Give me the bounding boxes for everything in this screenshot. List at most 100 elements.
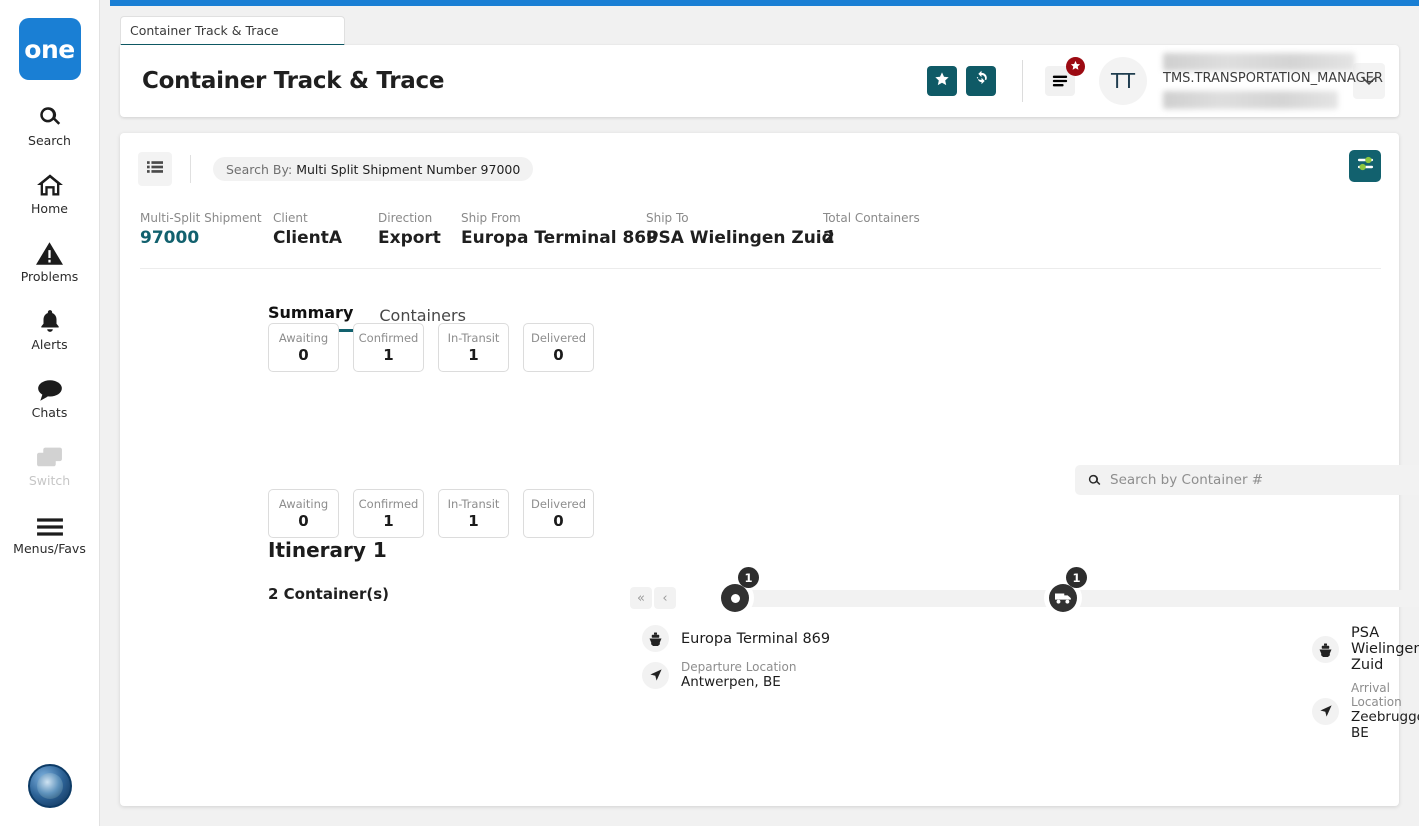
itinerary-title: Itinerary 1 (268, 538, 387, 562)
itinerary-status-card-in-transit[interactable]: In-Transit 1 (438, 489, 509, 538)
tab-container-track-trace[interactable]: Container Track & Trace (120, 16, 345, 46)
search-icon (37, 100, 63, 130)
status-card-label: Awaiting (279, 331, 328, 345)
avatar-inner (37, 773, 63, 799)
route-node-in-transit[interactable]: 1 (1044, 579, 1082, 617)
status-card-value: 0 (298, 512, 308, 530)
warning-triangle-icon (36, 236, 63, 266)
status-card-value: 1 (468, 512, 478, 530)
user-name-redacted-top (1163, 53, 1355, 71)
destination-location-block: PSA Wielingen Zuid Arrival Location Zeeb… (1312, 625, 1419, 749)
bell-icon (37, 304, 63, 334)
filter-sliders-icon (1356, 154, 1375, 178)
itinerary-route-timeline: « ‹ › » 1 1 (628, 573, 1375, 703)
field-value: 2 (823, 228, 920, 248)
tab-label: Container Track & Trace (130, 23, 279, 38)
menu-favorite-badge (1066, 57, 1085, 76)
sidebar-item-chats[interactable]: Chats (0, 372, 100, 420)
status-card-value: 1 (468, 346, 478, 364)
header-actions: TT TMS.TRANSPORTATION_MANAGER (918, 45, 1399, 117)
favorite-button[interactable] (927, 66, 957, 96)
summary-status-cards: Awaiting 0 Confirmed 1 In-Transit 1 Deli… (268, 323, 594, 372)
home-icon (36, 168, 64, 198)
sidebar-item-home[interactable]: Home (0, 168, 100, 216)
field-label: Direction (378, 211, 441, 225)
itinerary-status-cards: Awaiting 0 Confirmed 1 In-Transit 1 Deli… (268, 489, 594, 538)
status-card-label: In-Transit (448, 331, 500, 345)
shipment-summary-strip: Multi-Split Shipment 97000 Client Client… (140, 211, 1381, 269)
field-value[interactable]: 97000 (140, 228, 262, 248)
status-card-delivered[interactable]: Delivered 0 (523, 323, 594, 372)
hamburger-icon (36, 508, 64, 538)
filter-settings-button[interactable] (1349, 150, 1381, 182)
brand-logo[interactable]: one (19, 18, 81, 80)
itinerary-container-count: 2 Container(s) (268, 585, 389, 603)
avatar[interactable] (28, 764, 72, 808)
sidebar-item-switch[interactable]: Switch (0, 440, 100, 488)
ship-icon (1312, 636, 1339, 663)
itinerary-status-card-delivered[interactable]: Delivered 0 (523, 489, 594, 538)
destination-location-row: Arrival Location Zeebrugge, BE (1312, 681, 1419, 741)
sidebar-item-menus-favs[interactable]: Menus/Favs (0, 508, 100, 556)
field-direction: Direction Export (378, 211, 441, 248)
sidebar-item-label: Search (28, 133, 71, 148)
status-card-in-transit[interactable]: In-Transit 1 (438, 323, 509, 372)
route-node-badge: 1 (738, 567, 759, 588)
status-card-awaiting[interactable]: Awaiting 0 (268, 323, 339, 372)
brand-logo-text: one (24, 35, 74, 64)
status-card-label: Confirmed (359, 497, 419, 511)
status-card-label: Delivered (531, 331, 586, 345)
header-menu-button[interactable] (1045, 66, 1075, 96)
sidebar-item-label: Problems (21, 269, 79, 284)
origin-terminal-name: Europa Terminal 869 (681, 631, 830, 647)
browser-tab-strip: Container Track & Trace (120, 16, 345, 46)
sidebar-item-search[interactable]: Search (0, 100, 100, 148)
header-divider (1022, 60, 1023, 102)
route-node-origin[interactable]: 1 (716, 579, 754, 617)
origin-location-text: Departure Location Antwerpen, BE (681, 660, 796, 690)
sidebar-item-label: Switch (29, 473, 70, 488)
sidebar-item-problems[interactable]: Problems (0, 236, 100, 284)
destination-terminal-row: PSA Wielingen Zuid (1312, 625, 1419, 673)
field-value: Europa Terminal 869 (461, 228, 658, 248)
refresh-icon (973, 70, 990, 92)
list-view-button[interactable] (138, 152, 172, 186)
status-card-value: 0 (553, 346, 563, 364)
status-card-label: Confirmed (359, 331, 419, 345)
status-card-value: 0 (553, 512, 563, 530)
truck-icon (1049, 584, 1077, 612)
navigation-arrow-icon (642, 662, 669, 689)
star-icon (1070, 58, 1081, 76)
itinerary-status-card-confirmed[interactable]: Confirmed 1 (353, 489, 424, 538)
destination-location-label: Arrival Location (1351, 681, 1419, 709)
field-label: Ship To (646, 211, 834, 225)
switch-windows-icon (36, 440, 63, 470)
main-content-card: Search By: Multi Split Shipment Number 9… (120, 133, 1399, 806)
user-avatar[interactable]: TT (1099, 57, 1147, 105)
ship-icon (642, 625, 669, 652)
field-label: Ship From (461, 211, 658, 225)
field-value: PSA Wielingen Zuid (646, 228, 834, 248)
refresh-button[interactable] (966, 66, 996, 96)
user-info-block: TMS.TRANSPORTATION_MANAGER (1155, 53, 1347, 109)
destination-location-text: Arrival Location Zeebrugge, BE (1351, 681, 1419, 741)
route-nav-prev[interactable]: ‹ (654, 587, 676, 609)
page-header: Container Track & Trace TT (120, 45, 1399, 117)
sidebar-item-alerts[interactable]: Alerts (0, 304, 100, 352)
origin-location-label: Departure Location (681, 660, 796, 674)
user-avatar-initials: TT (1111, 69, 1135, 93)
field-label: Total Containers (823, 211, 920, 225)
field-total-containers: Total Containers 2 (823, 211, 920, 248)
field-ship-from: Ship From Europa Terminal 869 (461, 211, 658, 248)
route-nav-first[interactable]: « (630, 587, 652, 609)
search-input[interactable] (1110, 472, 1419, 488)
status-card-value: 0 (298, 346, 308, 364)
itinerary-status-card-awaiting[interactable]: Awaiting 0 (268, 489, 339, 538)
origin-terminal-row: Europa Terminal 869 (642, 625, 830, 652)
toolbar-divider (190, 155, 191, 183)
search-by-chip[interactable]: Search By: Multi Split Shipment Number 9… (213, 157, 533, 181)
field-value: ClientA (273, 228, 342, 248)
status-card-confirmed[interactable]: Confirmed 1 (353, 323, 424, 372)
circle-outline-icon (721, 584, 749, 612)
container-search-box[interactable] (1075, 465, 1419, 495)
